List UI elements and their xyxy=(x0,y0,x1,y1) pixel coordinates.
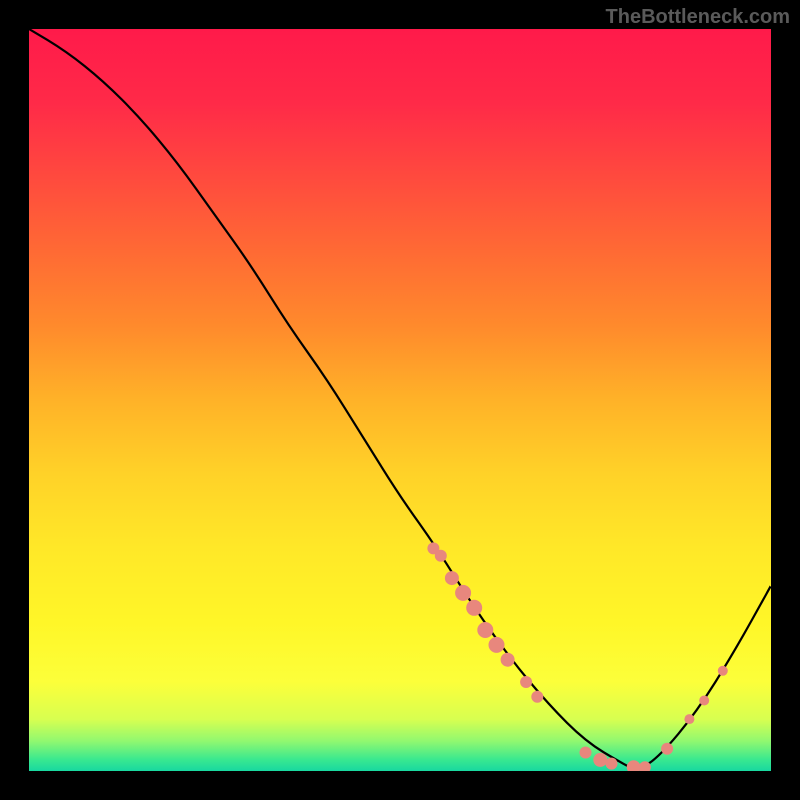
gradient-background xyxy=(29,29,771,771)
chart-plot-area xyxy=(29,29,771,771)
watermark-text: TheBottleneck.com xyxy=(606,6,790,29)
